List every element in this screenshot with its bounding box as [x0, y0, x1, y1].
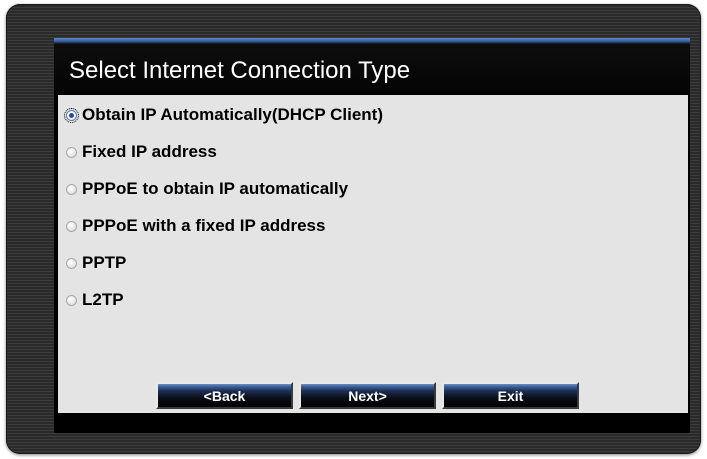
radio-fixed-ip[interactable] — [66, 146, 77, 158]
option-label: Obtain IP Automatically(DHCP Client) — [82, 105, 384, 124]
radio-pppoe-fixed[interactable] — [66, 220, 77, 232]
option-label: L2TP — [82, 290, 124, 309]
option-pptp[interactable]: PPTP — [66, 250, 126, 276]
option-pppoe-auto[interactable]: PPPoE to obtain IP automatically — [66, 176, 348, 202]
window-frame: Select Internet Connection Type Obtain I… — [6, 4, 701, 454]
radio-pppoe-auto[interactable] — [66, 183, 77, 195]
next-button[interactable]: Next> — [299, 382, 436, 409]
option-label: PPTP — [82, 253, 127, 272]
option-l2tp[interactable]: L2TP — [66, 287, 124, 313]
title-bar: Select Internet Connection Type — [54, 38, 690, 91]
radio-dhcp-client[interactable] — [64, 107, 79, 123]
wizard-panel: Select Internet Connection Type Obtain I… — [54, 38, 690, 433]
option-label: PPPoE to obtain IP automatically — [82, 179, 349, 198]
radio-l2tp[interactable] — [66, 294, 77, 306]
exit-button[interactable]: Exit — [442, 382, 579, 409]
option-label: PPPoE with a fixed IP address — [82, 216, 326, 235]
page-title: Select Internet Connection Type — [69, 57, 411, 84]
option-label: Fixed IP address — [82, 142, 217, 161]
option-pppoe-fixed[interactable]: PPPoE with a fixed IP address — [66, 213, 325, 239]
option-dhcp-client[interactable]: Obtain IP Automatically(DHCP Client) — [64, 102, 384, 128]
back-button[interactable]: <Back — [156, 382, 293, 409]
option-fixed-ip[interactable]: Fixed IP address — [66, 139, 217, 165]
footer-bar — [54, 413, 690, 433]
connection-type-form: Obtain IP Automatically(DHCP Client) Fix… — [58, 95, 688, 413]
radio-pptp[interactable] — [66, 257, 77, 269]
